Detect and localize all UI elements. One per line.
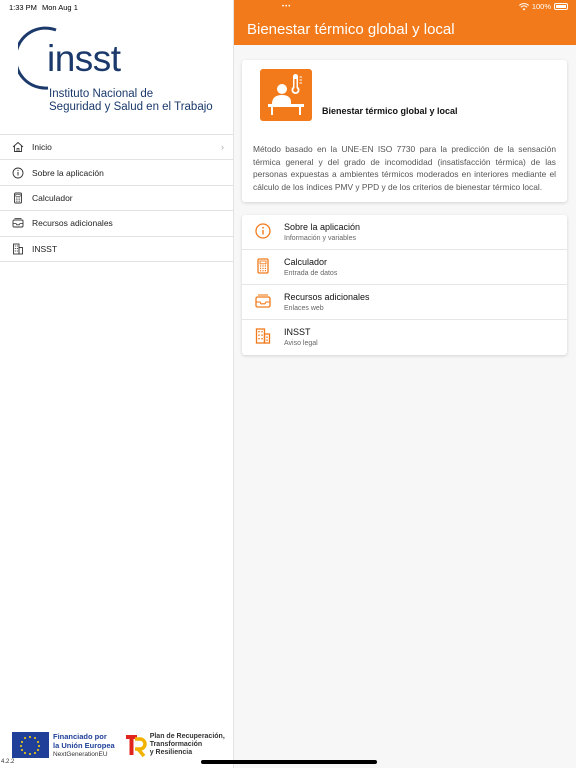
list-item-insst[interactable]: INSST Aviso legal (242, 320, 567, 355)
inbox-icon (255, 294, 271, 308)
calculator-icon (257, 258, 269, 274)
app-root: 1:33 PM Mon Aug 1 ••• 100% insst Institu… (0, 0, 576, 768)
section-list: Sobre la aplicación Información y variab… (242, 215, 567, 355)
sidebar-item-recursos[interactable]: Recursos adicionales (0, 211, 234, 237)
sidebar: insst Instituto Nacional de Seguridad y … (0, 0, 234, 768)
list-item-subtitle: Información y variables (284, 235, 356, 242)
sidebar-nav: Inicio › Sobre la aplicación Calculador (0, 134, 234, 262)
battery-percent: 100% (531, 2, 551, 11)
sidebar-item-label: Recursos adicionales (32, 218, 113, 229)
calculator-icon (12, 192, 24, 204)
building-icon (255, 328, 271, 344)
wifi-icon (518, 2, 529, 10)
logo-subtitle-line2: Seguridad y Salud en el Trabajo (49, 101, 213, 113)
funding-logos: Financiado por la Unión Europea NextGene… (12, 729, 226, 761)
info-icon (12, 167, 24, 179)
sidebar-item-insst[interactable]: INSST (0, 237, 234, 262)
building-icon (12, 243, 24, 255)
sidebar-item-label: INSST (32, 243, 58, 254)
list-item-subtitle: Enlaces web (284, 305, 324, 312)
battery-icon (554, 3, 568, 10)
status-right: 100% (518, 2, 568, 11)
chevron-right-icon: › (221, 142, 224, 152)
page-title: Bienestar térmico global y local (247, 21, 455, 38)
thermal-comfort-icon (260, 69, 312, 121)
intro-card: Bienestar térmico global y local Método … (242, 60, 567, 202)
card-title: Bienestar térmico global y local (322, 106, 458, 116)
list-item-title: INSST (284, 327, 311, 337)
info-icon (255, 223, 271, 239)
sidebar-item-calculador[interactable]: Calculador (0, 186, 234, 212)
prtr-line2: Transformación (149, 741, 203, 748)
insst-logo: insst Instituto Nacional de Seguridad y … (18, 24, 223, 119)
sidebar-item-sobre[interactable]: Sobre la aplicación (0, 160, 234, 186)
status-bar: 1:33 PM Mon Aug 1 ••• 100% (0, 0, 576, 14)
sidebar-item-label: Sobre la aplicación (32, 167, 104, 178)
home-icon (12, 141, 24, 153)
list-item-subtitle: Entrada de datos (284, 270, 338, 277)
list-item-sobre[interactable]: Sobre la aplicación Información y variab… (242, 215, 567, 250)
logo-subtitle: Instituto Nacional de Seguridad y Salud … (49, 88, 213, 114)
status-time: 1:33 PM (9, 3, 37, 12)
multitasking-dots-icon[interactable]: ••• (282, 4, 291, 10)
sidebar-item-inicio[interactable]: Inicio › (0, 135, 234, 161)
eu-line2: la Unión Europea (53, 740, 115, 750)
inbox-icon (12, 217, 24, 229)
prtr-line1: Plan de Recuperación, (149, 733, 225, 740)
list-item-title: Calculador (284, 257, 328, 267)
home-indicator[interactable] (201, 760, 377, 764)
sidebar-item-label: Calculador (32, 192, 73, 203)
prtr-line3: y Resiliencia (149, 749, 193, 756)
list-item-title: Sobre la aplicación (284, 222, 361, 232)
card-description: Método basado en la UNE-EN ISO 7730 para… (253, 144, 556, 193)
list-item-recursos[interactable]: Recursos adicionales Enlaces web (242, 285, 567, 320)
list-item-calculador[interactable]: Calculador Entrada de datos (242, 250, 567, 285)
eu-line1: Financiado por (53, 731, 107, 741)
logo-subtitle-line1: Instituto Nacional de (49, 88, 154, 100)
main-content: Bienestar térmico global y local Método … (234, 45, 576, 768)
eu-flag-icon (12, 732, 49, 758)
status-date: Mon Aug 1 (42, 3, 78, 12)
sidebar-item-label: Inicio (32, 142, 52, 153)
logo-brand: insst (47, 38, 121, 79)
prtr-mark-icon (125, 735, 147, 757)
app-version: 4.2.2 (1, 759, 15, 765)
prtr-logo: Plan de Recuperación, Transformación y R… (125, 733, 225, 757)
prtr-text: Plan de Recuperación, Transformación y R… (150, 733, 225, 757)
eu-line3: NextGenerationEU (53, 750, 108, 758)
eu-funding-text: Financiado por la Unión Europea NextGene… (53, 732, 115, 759)
list-item-subtitle: Aviso legal (284, 340, 318, 347)
list-item-title: Recursos adicionales (284, 292, 370, 302)
